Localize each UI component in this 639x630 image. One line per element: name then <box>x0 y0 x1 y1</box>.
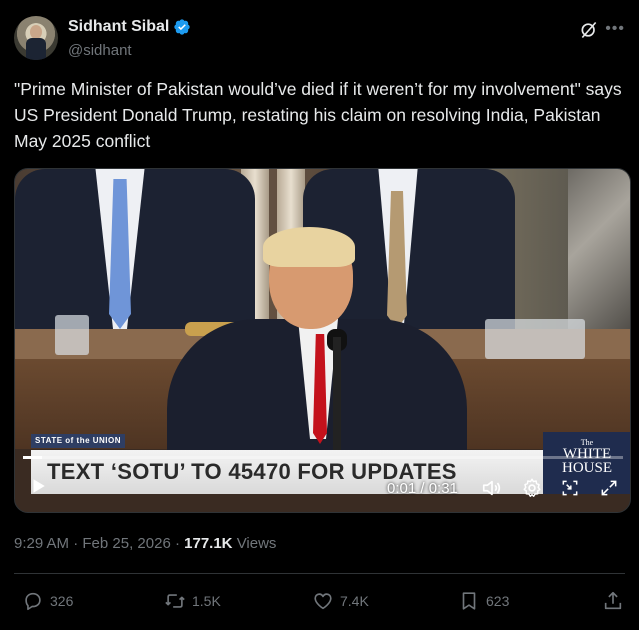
bookmark-icon <box>462 592 476 610</box>
author-name-row: Sidhant Sibal <box>68 18 191 36</box>
speaker-hair <box>263 227 355 267</box>
more-icon[interactable]: ••• <box>605 20 625 38</box>
volume-icon[interactable] <box>481 477 503 499</box>
like-count: 7.4K <box>340 593 369 609</box>
tweet-date[interactable]: Feb 25, 2026 <box>82 535 170 552</box>
author-name[interactable]: Sidhant Sibal <box>68 18 169 36</box>
author-handle[interactable]: @sidhant <box>68 42 132 59</box>
tweet-meta: 9:29 AM · Feb 25, 2026 · 177.1K Views <box>14 535 276 552</box>
fullscreen-icon[interactable] <box>599 478 619 498</box>
tweet-text: "Prime Minister of Pakistan would’ve die… <box>14 79 622 151</box>
water-tray <box>485 319 585 359</box>
bookmark-button[interactable]: 623 <box>458 590 509 612</box>
reply-button[interactable]: 326 <box>22 590 73 612</box>
tweet-time[interactable]: 9:29 AM <box>14 535 69 552</box>
views-label: Views <box>236 535 277 552</box>
pip-icon[interactable] <box>560 478 580 498</box>
white-house-logo-the: The <box>580 438 594 447</box>
like-button[interactable]: 7.4K <box>312 590 369 612</box>
repost-icon <box>165 594 185 608</box>
video-time: 0:01 / 0:31 <box>387 480 458 497</box>
microphone-stand <box>333 337 341 457</box>
avatar[interactable] <box>14 16 58 60</box>
video-progress-fill <box>23 456 43 459</box>
repost-button[interactable]: 1.5K <box>164 590 221 612</box>
video-player[interactable]: STATE of the UNION TEXT ‘SOTU’ TO 45470 … <box>14 168 631 513</box>
reply-count: 326 <box>50 593 74 609</box>
views-count: 177.1K <box>184 535 233 552</box>
like-icon <box>314 593 332 610</box>
repost-count: 1.5K <box>192 593 221 609</box>
white-house-logo-text: WHITE HOUSE <box>561 446 612 476</box>
marble-wall <box>568 169 630 334</box>
play-icon[interactable] <box>29 477 47 495</box>
glass <box>55 315 89 355</box>
settings-icon[interactable] <box>521 477 543 499</box>
tweet-header: Sidhant Sibal @sidhant ••• <box>14 12 625 64</box>
action-bar: 326 1.5K 7.4K 623 <box>14 590 625 614</box>
verified-badge-icon <box>174 19 191 35</box>
sotu-tag: STATE of the UNION <box>31 434 126 448</box>
divider <box>14 573 625 574</box>
bookmark-count: 623 <box>486 593 510 609</box>
video-progress-bar[interactable] <box>23 456 623 459</box>
meta-separator: · <box>174 535 180 552</box>
meta-separator: · <box>73 535 79 552</box>
reply-icon <box>25 592 41 611</box>
share-button[interactable] <box>602 590 624 612</box>
share-icon <box>604 591 622 610</box>
grok-icon[interactable] <box>579 20 599 40</box>
